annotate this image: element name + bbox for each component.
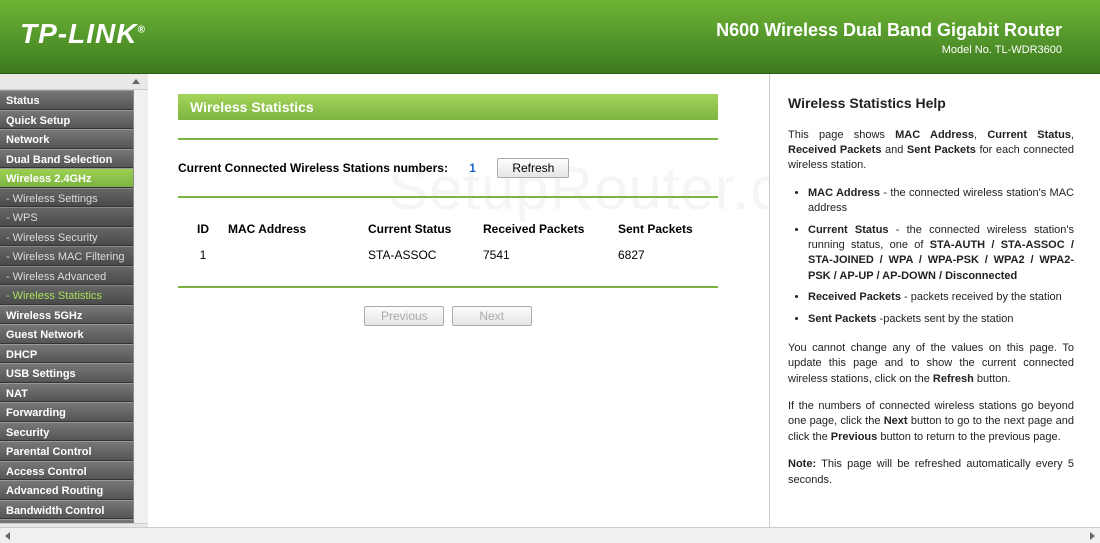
nav-wireless-settings[interactable]: -Wireless Settings <box>0 188 133 208</box>
nav-forwarding[interactable]: Forwarding <box>0 402 133 422</box>
nav-nat[interactable]: NAT <box>0 383 133 403</box>
col-sent: Sent Packets <box>618 222 718 236</box>
help-li-sent: Sent Packets -packets sent by the statio… <box>808 312 1074 327</box>
next-button[interactable]: Next <box>452 306 532 326</box>
col-mac: MAC Address <box>228 222 368 236</box>
table-header: ID MAC Address Current Status Received P… <box>178 216 718 242</box>
nav-wireless-mac-filtering[interactable]: -Wireless MAC Filtering <box>0 246 133 266</box>
help-p3: If the numbers of connected wireless sta… <box>788 399 1074 445</box>
horizontal-scrollbar[interactable] <box>0 527 1100 543</box>
help-li-recv: Received Packets - packets received by t… <box>808 290 1074 305</box>
logo: TP-LINK® <box>20 18 146 50</box>
station-count-value: 1 <box>469 161 476 175</box>
cell-status: STA-ASSOC <box>368 248 483 262</box>
nav-usb-settings[interactable]: USB Settings <box>0 363 133 383</box>
product-model: Model No. TL-WDR3600 <box>942 44 1062 56</box>
stations-table: ID MAC Address Current Status Received P… <box>178 216 718 268</box>
help-li-status: Current Status - the connected wireless … <box>808 223 1074 285</box>
nav-parental-control[interactable]: Parental Control <box>0 441 133 461</box>
separator <box>178 138 718 140</box>
col-status: Current Status <box>368 222 483 236</box>
nav-wireless-statistics[interactable]: -Wireless Statistics <box>0 285 133 305</box>
cell-sent: 6827 <box>618 248 718 262</box>
help-p2: You cannot change any of the values on t… <box>788 341 1074 387</box>
col-id: ID <box>178 222 228 236</box>
nav-network[interactable]: Network <box>0 129 133 149</box>
cell-id: 1 <box>178 248 228 262</box>
separator <box>178 196 718 198</box>
page-title: Wireless Statistics <box>178 94 718 120</box>
sidebar-scroll-up[interactable] <box>0 74 148 90</box>
content-pane: SetupRouter.co Wireless Statistics Curre… <box>148 74 770 539</box>
nav-wireless-advanced[interactable]: -Wireless Advanced <box>0 266 133 286</box>
sidebar: StatusQuick SetupNetworkDual Band Select… <box>0 90 134 539</box>
nav-wps[interactable]: -WPS <box>0 207 133 227</box>
refresh-button[interactable]: Refresh <box>497 158 569 178</box>
help-li-mac: MAC Address - the connected wireless sta… <box>808 186 1074 217</box>
header: TP-LINK® N600 Wireless Dual Band Gigabit… <box>0 0 1100 74</box>
help-title: Wireless Statistics Help <box>788 94 1074 114</box>
nav-dual-band-selection[interactable]: Dual Band Selection <box>0 149 133 169</box>
nav-bandwidth-control[interactable]: Bandwidth Control <box>0 500 133 520</box>
previous-button[interactable]: Previous <box>364 306 444 326</box>
scroll-left-icon[interactable] <box>5 532 10 540</box>
station-count-label: Current Connected Wireless Stations numb… <box>178 161 448 175</box>
product-title: N600 Wireless Dual Band Gigabit Router <box>716 20 1062 41</box>
table-row: 1 STA-ASSOC75416827 <box>178 242 718 268</box>
help-p4: Note: This page will be refreshed automa… <box>788 457 1074 488</box>
help-intro: This page shows MAC Address, Current Sta… <box>788 128 1074 174</box>
scroll-right-icon[interactable] <box>1090 532 1095 540</box>
cell-mac <box>228 248 368 262</box>
nav-guest-network[interactable]: Guest Network <box>0 324 133 344</box>
nav-wireless-security[interactable]: -Wireless Security <box>0 227 133 247</box>
nav-advanced-routing[interactable]: Advanced Routing <box>0 480 133 500</box>
nav-dhcp[interactable]: DHCP <box>0 344 133 364</box>
nav-security[interactable]: Security <box>0 422 133 442</box>
nav-status[interactable]: Status <box>0 90 133 110</box>
nav-access-control[interactable]: Access Control <box>0 461 133 481</box>
cell-recv: 7541 <box>483 248 618 262</box>
separator <box>178 286 718 288</box>
help-list: MAC Address - the connected wireless sta… <box>808 186 1074 327</box>
nav-wireless-2-4ghz[interactable]: Wireless 2.4GHz <box>0 168 133 188</box>
nav-wireless-5ghz[interactable]: Wireless 5GHz <box>0 305 133 325</box>
col-recv: Received Packets <box>483 222 618 236</box>
nav-quick-setup[interactable]: Quick Setup <box>0 110 133 130</box>
help-pane: Wireless Statistics Help This page shows… <box>770 74 1100 539</box>
station-count-row: Current Connected Wireless Stations numb… <box>178 158 739 178</box>
